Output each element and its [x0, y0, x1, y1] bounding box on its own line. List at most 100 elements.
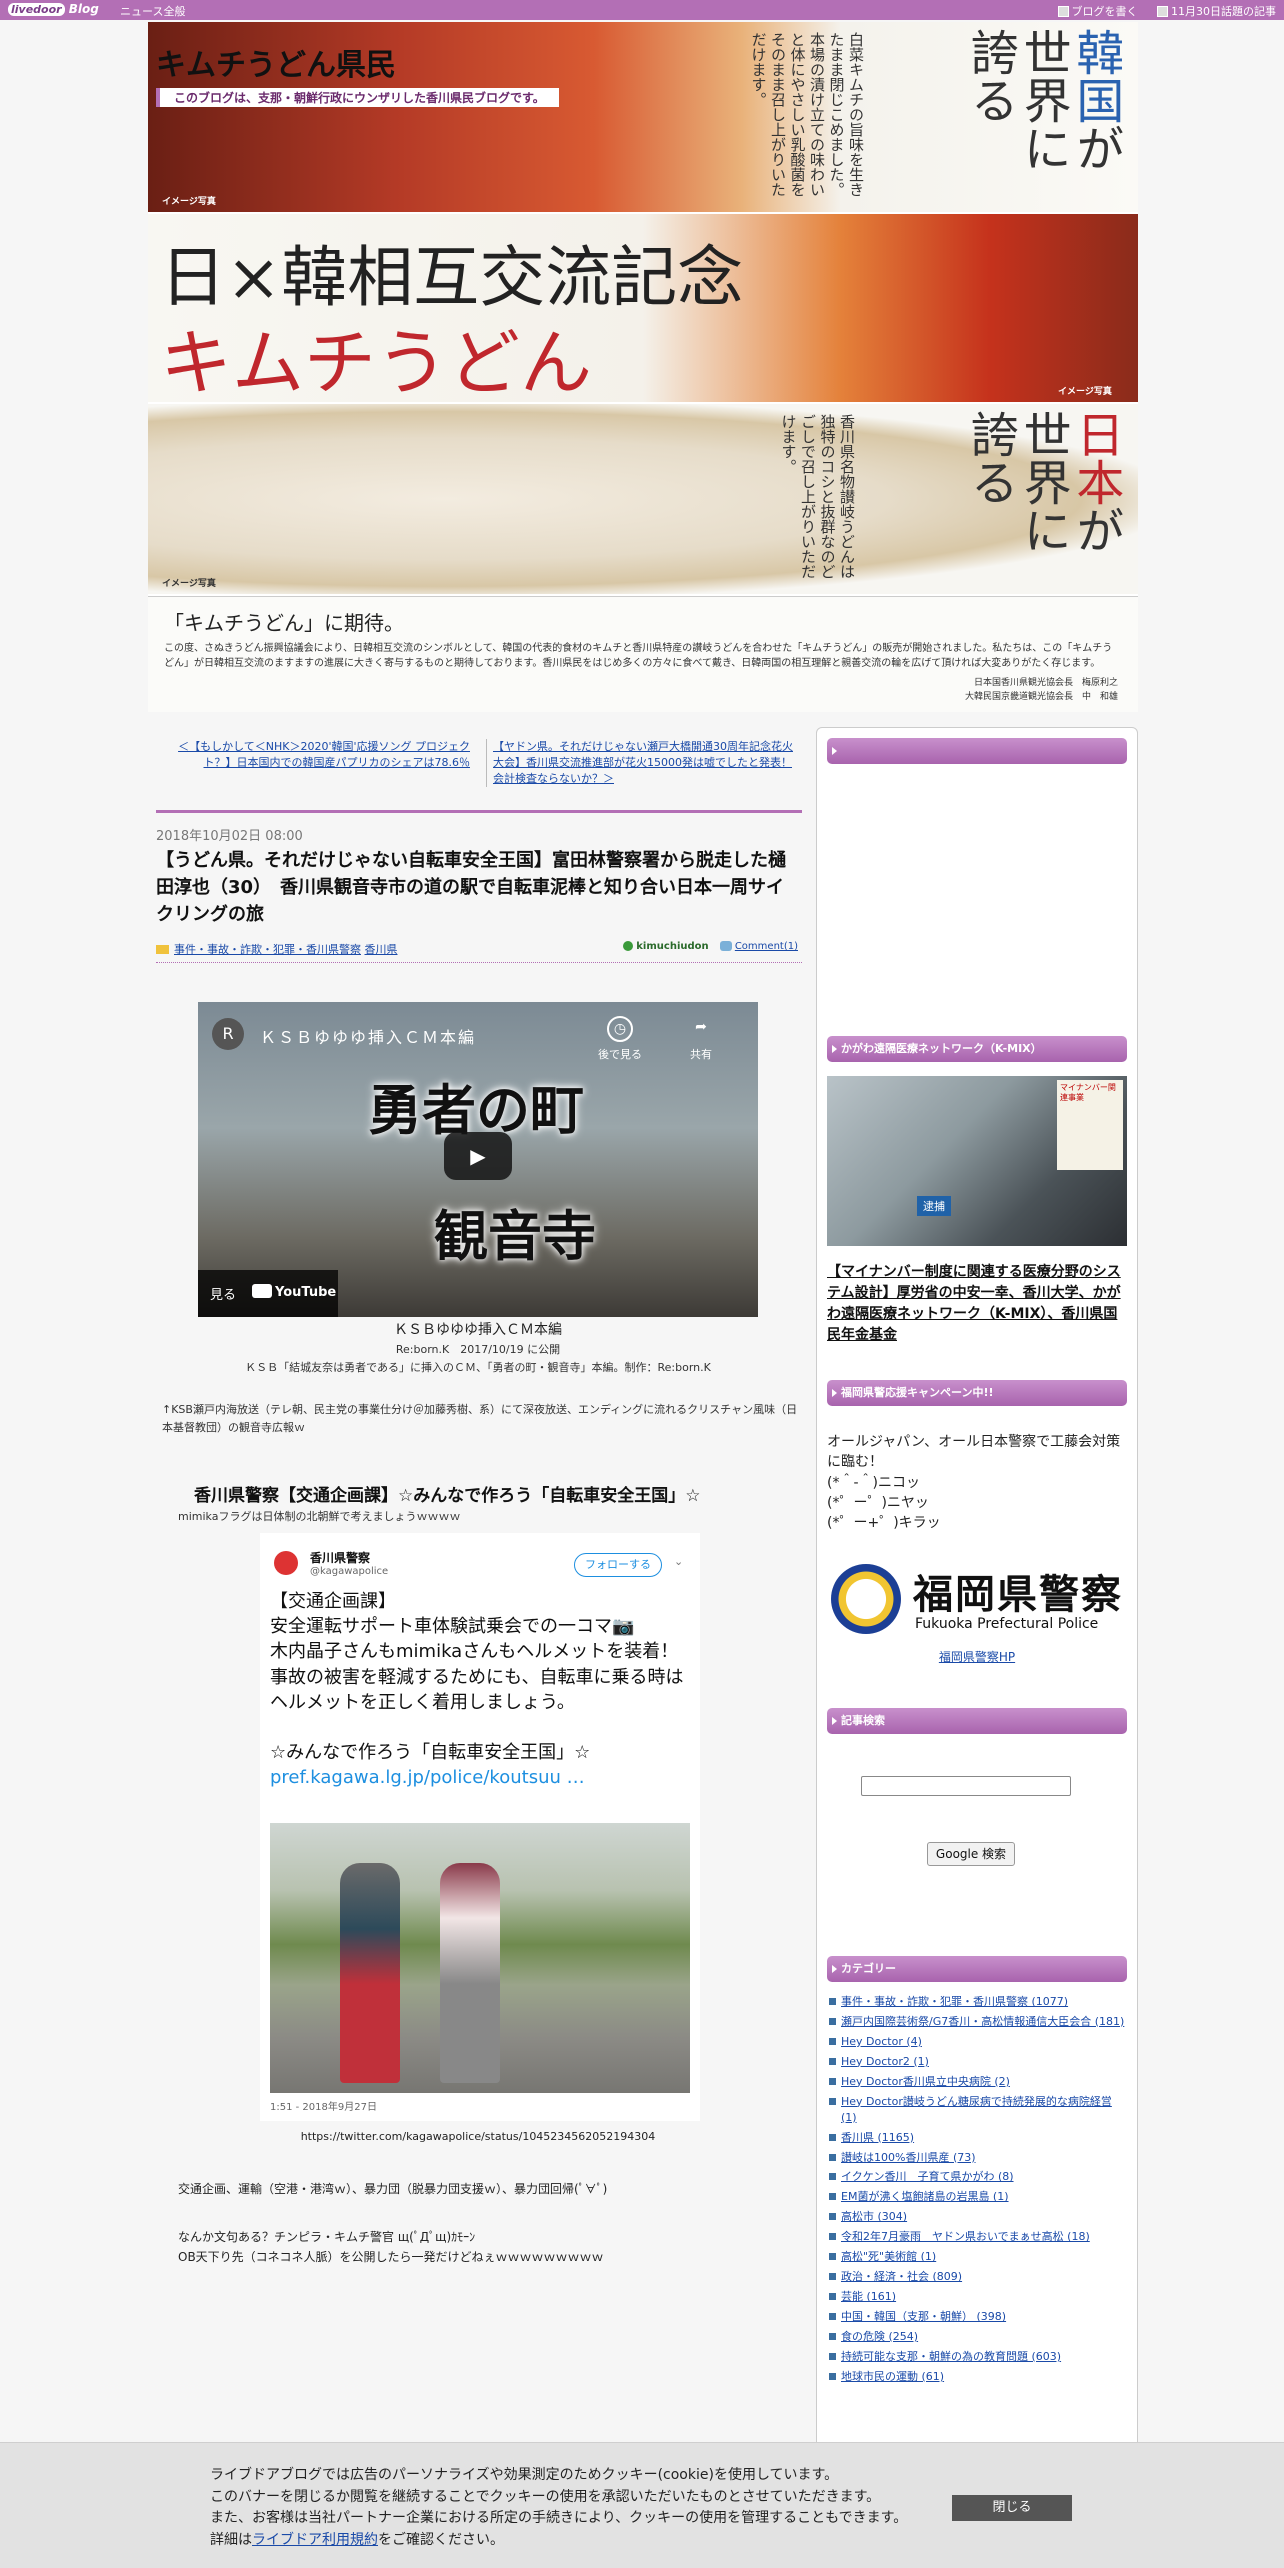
category-item-link[interactable]: 瀬戸内国際芸術祭/G7香川・高松情報通信大臣会合 (181)	[841, 2015, 1124, 2028]
watch-later-button[interactable]: ◷ 後で見る	[598, 1016, 642, 1062]
category-item-link[interactable]: 香川県 (1165)	[841, 2131, 914, 2144]
category-item[interactable]: 瀬戸内国際芸術祭/G7香川・高松情報通信大臣会合 (181)	[827, 2014, 1127, 2030]
category-item-link[interactable]: 地球市民の運動 (61)	[841, 2370, 944, 2383]
livedoor-logo[interactable]: livedoor Blog	[8, 2, 99, 16]
news-link[interactable]: ニュース全般	[120, 3, 185, 19]
watch-on-youtube[interactable]: 見る YouTube	[198, 1270, 338, 1317]
tweet-author-name[interactable]: 香川県警察	[310, 1549, 370, 1566]
share-button[interactable]: ➦ 共有	[688, 1016, 714, 1062]
category-item-link[interactable]: Hey Doctor香川県立中央病院 (2)	[841, 2075, 1010, 2088]
category-item[interactable]: 持続可能な支那・朝鮮の為の教育問題 (603)	[827, 2349, 1127, 2365]
video-title[interactable]: ＫＳＢゆゆゆ挿入ＣＭ本編	[260, 1024, 476, 1048]
category-item-link[interactable]: 高松"死"美術館 (1)	[841, 2250, 936, 2263]
channel-avatar[interactable]: R	[212, 1018, 244, 1050]
fukuoka-hp-link[interactable]: 福岡県警察HP	[817, 1648, 1137, 1665]
category-item[interactable]: 食の危険 (254)	[827, 2329, 1127, 2345]
body-line-2: なんか文句ある？チンピラ・キムチ警官 щ(ﾟДﾟщ)ｶﾓｰﾝ	[178, 2230, 476, 2244]
sidebar-header-kmix: かがわ遠隔医療ネットワーク（K-MIX）	[827, 1036, 1127, 1062]
fukuoka-police-logo[interactable]: 福岡県警察 Fukuoka Prefectural Police	[827, 1558, 1127, 1640]
topbar-right: ブログを書く 11月30日話題の記事	[1042, 3, 1276, 19]
blog-title[interactable]: キムチうどん県民	[156, 40, 396, 84]
sidebar: かがわ遠隔医療ネットワーク（K-MIX） マイナンバー関連事業 逮捕 【マイナン…	[816, 727, 1138, 2568]
category-item[interactable]: 高松市 (304)	[827, 2209, 1127, 2225]
prev-article-link[interactable]: ＜【もしかして＜NHK＞2020'韓国'応援ソング プロジェクト？】日本国内での…	[160, 739, 470, 771]
category-item-link[interactable]: 中国・韓国（支那・朝鮮） (398)	[841, 2310, 1006, 2323]
category-item-link[interactable]: 政治・経済・社会 (809)	[841, 2270, 962, 2283]
google-search-button[interactable]: Google 検索	[927, 1842, 1015, 1866]
tweet-link[interactable]: pref.kagawa.lg.jp/police/koutsuu …	[270, 1765, 690, 1790]
category-item[interactable]: Hey Doctor (4)	[827, 2034, 1127, 2050]
comment-link[interactable]: Comment(1)	[735, 941, 798, 952]
post-author: kimuchiudon Comment(1)	[623, 941, 798, 952]
category-link-2[interactable]: 香川県	[365, 943, 398, 956]
video-name: ＫＳＢゆゆゆ挿入ＣＭ本編	[394, 1322, 562, 1338]
category-item[interactable]: 令和2年7月豪雨 ヤドン県おいでまぁせ高松 (18)	[827, 2229, 1127, 2245]
hot-topics-link[interactable]: 11月30日話題の記事	[1157, 5, 1276, 18]
category-item-link[interactable]: 讃岐は100%香川県産 (73)	[841, 2151, 976, 2164]
category-item-link[interactable]: 持続可能な支那・朝鮮の為の教育問題 (603)	[841, 2350, 1061, 2363]
cookie-text: ライブドアブログでは広告のパーソナライズや効果測定のためクッキー(cookie)…	[210, 2467, 908, 2549]
category-item[interactable]: 中国・韓国（支那・朝鮮） (398)	[827, 2309, 1127, 2325]
category-link-1[interactable]: 事件・事故・詐欺・犯罪・香川県警察	[174, 943, 361, 956]
next-article-link[interactable]: 【ヤドン県。それだけじゃない瀬戸大橋開通30周年記念花火大会】香川県交流推進部が…	[486, 739, 796, 787]
category-item-link[interactable]: Hey Doctor (4)	[841, 2035, 922, 2048]
category-item[interactable]: 高松"死"美術館 (1)	[827, 2249, 1127, 2265]
search-input[interactable]	[861, 1776, 1071, 1796]
kimchi-udon-image: 日×韓相互交流記念 キムチうどん イメージ写真	[148, 214, 1138, 405]
post-date: 2018年10月02日 08:00	[156, 829, 303, 844]
tweet-time[interactable]: 1:51 - 2018年9月27日	[270, 2098, 377, 2113]
category-item[interactable]: 芸能 (161)	[827, 2289, 1127, 2305]
share-icon: ➦	[695, 1019, 707, 1035]
category-item[interactable]: Hey Doctor讃岐うどん糖尿病で持続発展的な病院経営 (1)	[827, 2094, 1127, 2126]
write-blog-link[interactable]: ブログを書く	[1057, 5, 1138, 18]
kmix-article-link[interactable]: 【マイナンバー制度に関連する医療分野のシステム設計】厚労省の中安一幸、香川大学、…	[827, 1262, 1127, 1346]
category-item[interactable]: 事件・事故・詐欺・犯罪・香川県警察 (1077)	[827, 1994, 1127, 2010]
signature-2: 大韓民国京畿道観光協会長 中 和雄	[964, 691, 1118, 702]
category-item-link[interactable]: 事件・事故・詐欺・犯罪・香川県警察 (1077)	[841, 1995, 1068, 2008]
expectation-title: 「キムチうどん」に期待。	[164, 611, 404, 635]
fukuoka-logo-en: Fukuoka Prefectural Police	[915, 1616, 1099, 1632]
category-item-link[interactable]: 令和2年7月豪雨 ヤドン県おいでまぁせ高松 (18)	[841, 2230, 1090, 2243]
tweet-photo[interactable]	[270, 1823, 690, 2093]
divider	[156, 810, 802, 813]
image-note-3: イメージ写真	[162, 579, 216, 589]
post-categories: 事件・事故・詐欺・犯罪・香川県警察 香川県	[156, 941, 398, 957]
category-item[interactable]: EM菌が沸く塩飽諸島の岩黒島 (1)	[827, 2189, 1127, 2205]
tweet-url: https://twitter.com/kagawapolice/status/…	[300, 2130, 656, 2143]
author-link[interactable]: kimuchiudon	[636, 941, 708, 952]
chevron-down-icon[interactable]: ⌄	[674, 1555, 683, 1568]
category-item-link[interactable]: EM菌が沸く塩飽諸島の岩黒島 (1)	[841, 2190, 1009, 2203]
category-item-link[interactable]: イクケン香川 子育て県かがわ (8)	[841, 2170, 1014, 2183]
embedded-tweet[interactable]: 香川県警察 @kagawapolice フォローする ⌄ 【交通企画課】 安全運…	[260, 1533, 700, 2121]
avatar[interactable]	[274, 1551, 298, 1575]
category-item[interactable]: 讃岐は100%香川県産 (73)	[827, 2150, 1127, 2166]
image-note: イメージ写真	[162, 197, 216, 207]
blog-header-banner[interactable]: キムチうどん県民 このブログは、支那・朝鮮行政にウンザリした香川県民ブログです。…	[148, 22, 1138, 712]
category-item[interactable]: Hey Doctor香川県立中央病院 (2)	[827, 2074, 1127, 2090]
youtube-embed[interactable]: R ＫＳＢゆゆゆ挿入ＣＭ本編 ◷ 後で見る ➦ 共有 勇者の町 観音寺 ▶ 見る Y…	[198, 1002, 758, 1317]
category-item-link[interactable]: 芸能 (161)	[841, 2290, 896, 2303]
category-item[interactable]: Hey Doctor2 (1)	[827, 2054, 1127, 2070]
tweet-body: 【交通企画課】 安全運転サポート車体験試乗会での一コマ📷 木内晶子さんもmimi…	[270, 1589, 690, 1790]
japan-copy: 香川県名物讃岐うどんは独特のコシと抜群なのどごしで召し上がりいただけます。	[779, 414, 857, 579]
fukuoka-campaign-text: オールジャパン、オール日本警察で工藤会対策に臨む！ (*＾-＾)ニコッ (*゜ー…	[827, 1434, 1121, 1532]
police-emblem-icon	[831, 1564, 901, 1634]
category-item-link[interactable]: 高松市 (304)	[841, 2210, 907, 2223]
livedoor-logo-sub: Blog	[68, 2, 99, 16]
follow-button[interactable]: フォローする	[574, 1553, 662, 1577]
category-item-link[interactable]: Hey Doctor2 (1)	[841, 2055, 929, 2068]
kmix-photo[interactable]: マイナンバー関連事業 逮捕	[827, 1076, 1127, 1246]
category-item[interactable]: 香川県 (1165)	[827, 2130, 1127, 2146]
category-item[interactable]: 地球市民の運動 (61)	[827, 2369, 1127, 2385]
korea-pride: 韓国が世界に誇る	[961, 28, 1124, 172]
category-item-link[interactable]: 食の危険 (254)	[841, 2330, 918, 2343]
category-item[interactable]: イクケン香川 子育て県かがわ (8)	[827, 2169, 1127, 2185]
section-heading: 香川県警察【交通企画課】☆みんなで作ろう「自転車安全王国」☆	[194, 1486, 701, 1506]
expectation-text: この度、さぬきうどん振興協議会により、日韓相互交流のシンボルとして、韓国の代表的…	[164, 643, 1113, 669]
category-item-link[interactable]: Hey Doctor讃岐うどん糖尿病で持続発展的な病院経営 (1)	[841, 2095, 1112, 2124]
category-item[interactable]: 政治・経済・社会 (809)	[827, 2269, 1127, 2285]
play-icon[interactable]: ▶	[444, 1132, 512, 1180]
tweet-author-handle[interactable]: @kagawapolice	[310, 1566, 388, 1577]
terms-link[interactable]: ライブドア利用規約	[252, 2532, 378, 2548]
cookie-close-button[interactable]: 閉じる	[952, 2495, 1072, 2521]
